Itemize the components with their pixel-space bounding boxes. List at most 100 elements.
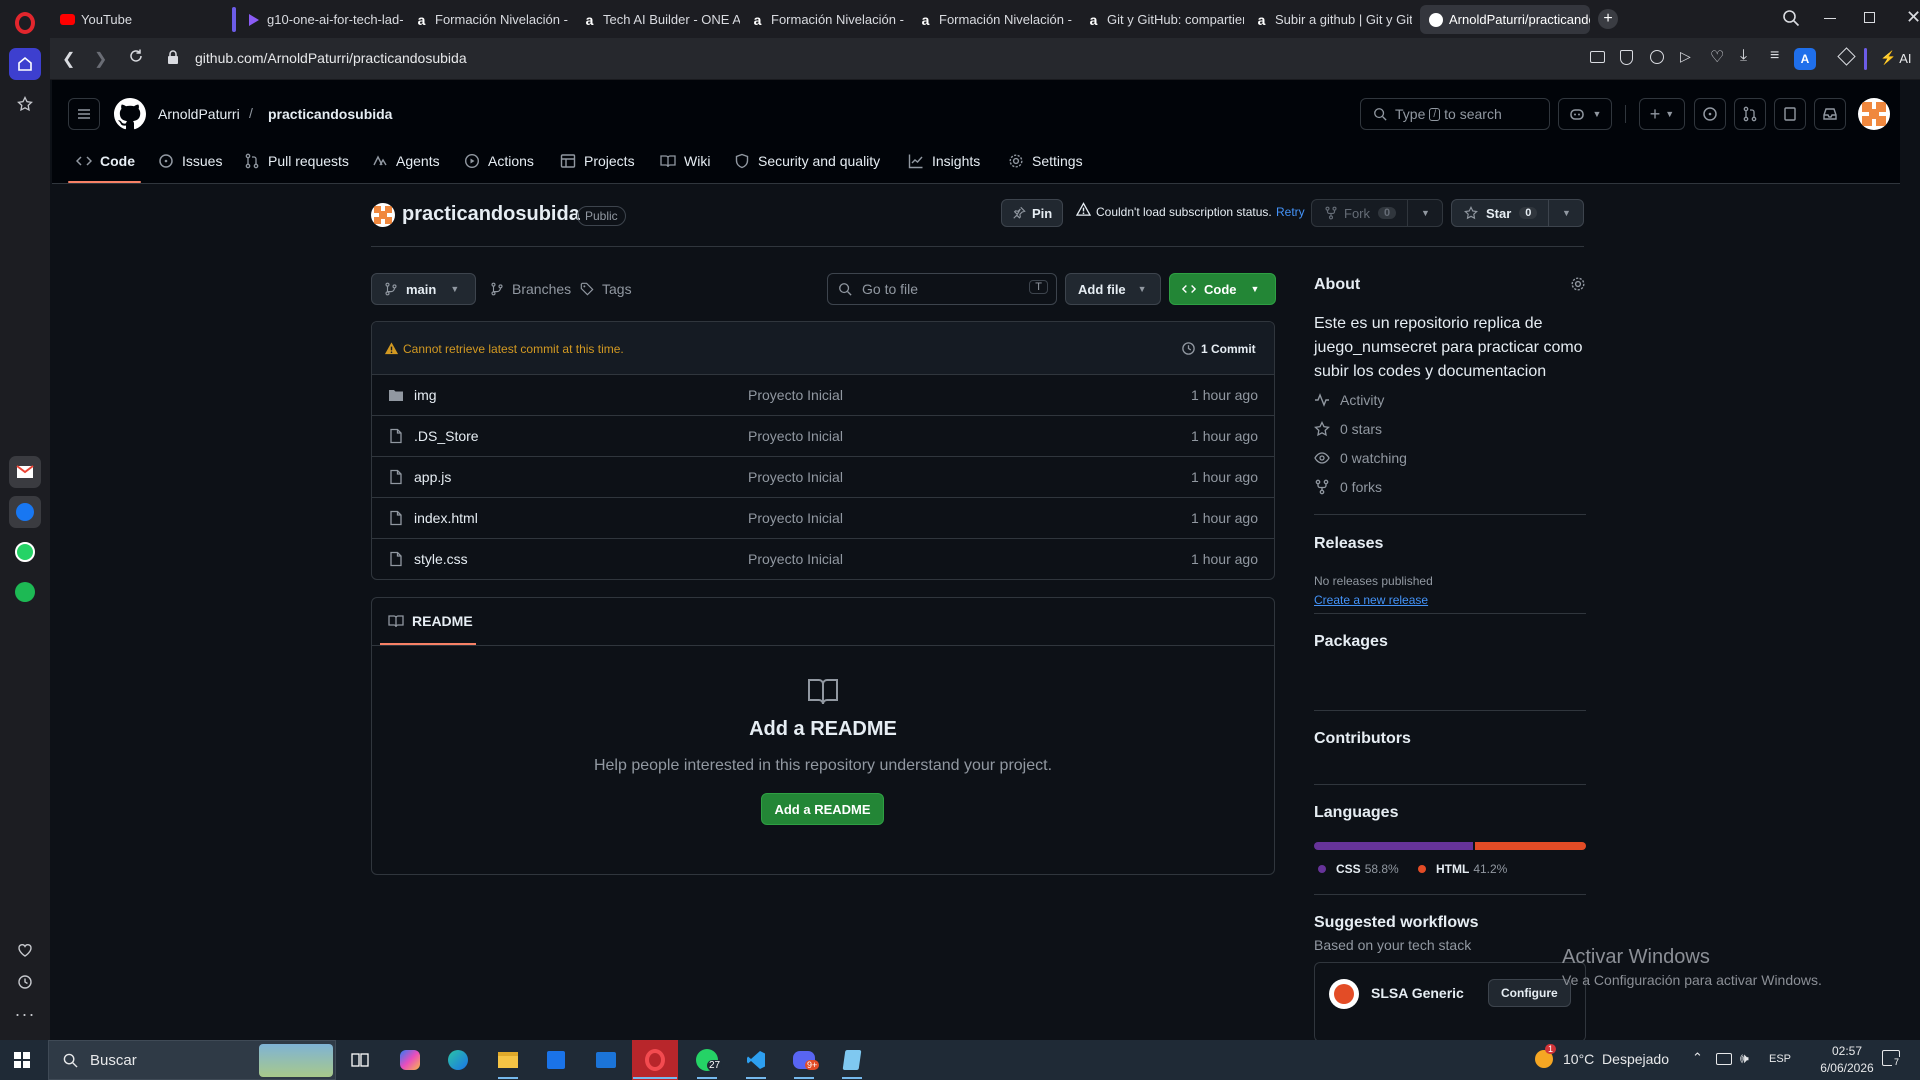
packages-title[interactable]: Packages [1314,633,1388,651]
commit-message[interactable]: Proyecto Inicial [748,551,843,567]
back-icon[interactable]: ❮ [62,49,75,69]
clock-time[interactable]: 02:57 [1812,1044,1882,1058]
file-name[interactable]: app.js [414,469,451,485]
watching-link[interactable]: 0 watching [1314,450,1407,466]
add-file-button[interactable]: Add file ▼ [1065,273,1161,305]
pull-requests-button[interactable] [1734,98,1766,130]
new-tab-button[interactable]: + [1598,9,1618,29]
copilot-button[interactable]: ▼ [1558,98,1612,130]
player-icon[interactable]: ▷ [1680,48,1691,65]
branches-link[interactable]: Branches [490,281,571,297]
favorites-icon[interactable]: ♡ [1710,47,1724,67]
copilot-app-icon[interactable] [396,1046,424,1074]
tab-wiki[interactable]: Wiki [660,150,710,172]
tab-github[interactable]: ArnoldPaturri/practicando [1420,5,1590,34]
goto-file-input[interactable]: Go to file T [827,273,1057,305]
commit-message[interactable]: Proyecto Inicial [748,510,843,526]
tab-alura-3[interactable]: a Formación Nivelación - O [742,5,908,34]
profile-avatar[interactable]: A [1794,48,1816,70]
readme-tab[interactable]: README [388,613,473,629]
commit-message[interactable]: Proyecto Inicial [748,469,843,485]
star-button[interactable]: Star 0 ▼ [1451,199,1584,227]
tab-pull-requests[interactable]: Pull requests [244,150,349,172]
tab-alura-5[interactable]: a Git y GitHub: compartiend [1078,5,1244,34]
file-name[interactable]: style.css [414,551,468,567]
gmail-icon[interactable] [9,456,41,488]
store-icon[interactable] [542,1046,570,1074]
forks-link[interactable]: 0 forks [1314,479,1382,495]
create-new-button[interactable]: + ▼ [1639,98,1685,130]
configure-button[interactable]: Configure [1488,979,1571,1007]
notepad-icon[interactable] [838,1046,866,1074]
weather-widget[interactable]: 1 10°C Despejado [1535,1044,1669,1068]
discord-icon[interactable]: 9+ [790,1046,820,1074]
heart-icon[interactable] [9,934,41,966]
lock-icon[interactable] [167,50,179,65]
table-row[interactable]: index.html Proyecto Inicial 1 hour ago [372,497,1274,538]
file-name[interactable]: .DS_Store [414,428,479,444]
user-avatar[interactable] [1858,98,1890,130]
global-search-input[interactable]: Type / to search [1360,98,1550,130]
download-icon[interactable]: ⤓ [1740,47,1747,65]
star-icon[interactable] [9,88,41,120]
windows-start-icon[interactable] [14,1052,30,1068]
issues-button[interactable] [1694,98,1726,130]
edge-icon[interactable] [444,1046,472,1074]
file-name[interactable]: img [414,387,437,403]
spotify-icon[interactable] [9,576,41,608]
tab-security[interactable]: Security and quality [734,150,880,172]
code-button[interactable]: Code ▼ [1169,273,1276,305]
owner-link[interactable]: ArnoldPaturri [158,106,240,122]
tab-alura-2[interactable]: a Tech AI Builder - ONE AI F [574,5,740,34]
tab-insights[interactable]: Insights [908,150,980,172]
stars-link[interactable]: 0 stars [1314,421,1382,437]
tab-youtube[interactable]: YouTube [52,5,222,34]
tab-code[interactable]: Code [76,150,135,172]
tab-alura-6[interactable]: a Subir a github | Git y GitH [1246,5,1412,34]
mail-icon[interactable] [592,1046,620,1074]
retry-link[interactable]: Retry [1276,205,1305,219]
fork-button[interactable]: Fork 0 ▼ [1311,199,1443,227]
file-explorer-icon[interactable] [494,1046,522,1074]
language-item-html[interactable]: HTML 41.2% [1418,862,1507,876]
volume-icon[interactable]: 🕪 [1740,1050,1749,1067]
commit-message[interactable]: Proyecto Inicial [748,387,843,403]
tab-agents[interactable]: Agents [372,150,440,172]
create-release-link[interactable]: Create a new release [1314,593,1428,607]
notification-icon[interactable]: 7 [1882,1050,1902,1067]
language-item-css[interactable]: CSS 58.8% [1318,862,1399,876]
more-icon[interactable]: ··· [9,998,41,1030]
task-view-icon[interactable] [346,1046,374,1074]
branch-select-button[interactable]: main ▼ [371,273,476,305]
home-icon[interactable] [9,48,41,80]
taskbar-search-input[interactable]: Buscar [48,1040,336,1080]
tab-alura-1[interactable]: a Formación Nivelación - O [406,5,572,34]
table-row[interactable]: app.js Proyecto Inicial 1 hour ago [372,456,1274,497]
restore-icon[interactable] [1864,12,1875,23]
file-name[interactable]: index.html [414,510,478,526]
easy-setup-icon[interactable]: ≡ [1770,47,1779,65]
contributors-title[interactable]: Contributors [1314,730,1411,748]
activity-link[interactable]: Activity [1314,392,1384,408]
menu-button[interactable] [68,98,100,130]
url-text[interactable]: github.com/ArnoldPaturri/practicandosubi… [195,50,467,66]
whatsapp-taskbar-icon[interactable]: 27 [693,1046,723,1074]
extensions-icon[interactable] [1837,47,1856,66]
vpn-icon[interactable] [1650,50,1664,64]
minimize-icon[interactable] [1824,18,1836,19]
table-row[interactable]: img Proyecto Inicial 1 hour ago [372,374,1274,415]
tab-settings[interactable]: Settings [1008,150,1083,172]
github-logo-icon[interactable] [114,98,146,130]
vscode-icon[interactable] [742,1046,770,1074]
tags-link[interactable]: Tags [580,281,632,297]
clock-date[interactable]: 6/06/2026 [1806,1061,1888,1075]
language-indicator[interactable]: ESP [1769,1053,1791,1065]
chevron-down-icon[interactable]: ▼ [1421,208,1430,218]
inbox-button[interactable] [1814,98,1846,130]
close-window-icon[interactable]: ✕ [1906,7,1920,28]
opera-logo-icon[interactable] [15,12,35,34]
chevron-down-icon[interactable]: ▼ [1562,208,1571,218]
opera-taskbar-icon[interactable] [632,1040,678,1080]
repo-link[interactable]: practicandosubida [268,106,392,122]
repositories-button[interactable] [1774,98,1806,130]
